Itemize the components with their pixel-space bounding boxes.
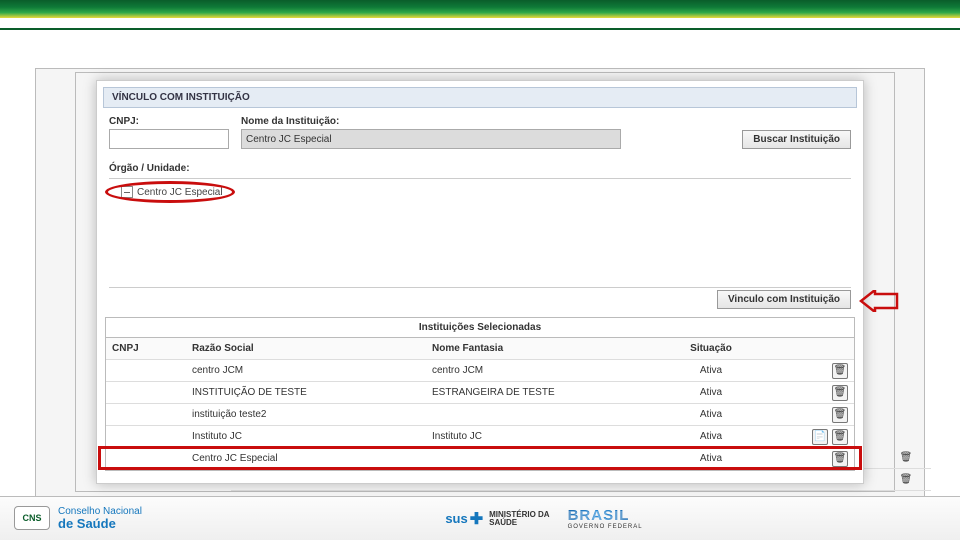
vinculo-modal: VÍNCULO COM INSTITUIÇÃO CNPJ: Nome da In… (96, 80, 864, 484)
ministerio-label: MINISTÉRIO DA SAÚDE (489, 511, 549, 527)
cell-nome: centro JCM (426, 361, 666, 380)
cell-situacao: Ativa (666, 427, 756, 446)
cell-cnpj (106, 455, 186, 463)
bg-delete-icon[interactable]: 🗑 (891, 474, 921, 485)
nome-label: Nome da Instituição: (241, 116, 621, 127)
cell-nome: ESTRANGEIRA DE TESTE (426, 383, 666, 402)
cell-cnpj (106, 433, 186, 441)
orgao-label: Órgão / Unidade: (97, 159, 863, 176)
col-situacao: Situação (666, 339, 756, 358)
plus-icon: ✚ (470, 509, 483, 529)
tree-end-divider (109, 287, 851, 288)
search-form: CNPJ: Nome da Instituição: Buscar Instit… (97, 108, 863, 159)
cell-nome: Instituto JC (426, 427, 666, 446)
cell-cnpj (106, 411, 186, 419)
table-row: Instituto JCInstituto JCAtiva📄🗑 (106, 426, 854, 448)
page-wrap: 59 338.774/0001-70 testando novamente ad… (0, 30, 960, 492)
delete-icon[interactable]: 🗑 (832, 363, 848, 379)
table-row: INSTITUIÇÃO DE TESTEESTRANGEIRA DE TESTE… (106, 382, 854, 404)
table-row: centro JCMcentro JCMAtiva🗑 (106, 360, 854, 382)
col-cnpj: CNPJ (106, 339, 186, 358)
col-nome: Nome Fantasia (426, 339, 666, 358)
footer-center: sus✚ MINISTÉRIO DA SAÚDE BRASIL GOVERNO … (142, 507, 946, 530)
cell-razao: instituição teste2 (186, 405, 426, 424)
tree-expand-icon[interactable] (121, 186, 133, 198)
table-title: Instituições Selecionadas (106, 318, 854, 338)
delete-icon[interactable]: 🗑 (832, 407, 848, 423)
vincular-button[interactable]: Vinculo com Instituição (717, 290, 851, 309)
cell-situacao: Ativa (666, 405, 756, 424)
copy-icon[interactable]: 📄 (812, 429, 828, 445)
orgao-divider (109, 178, 851, 179)
tree-root-item[interactable]: Centro JC Especial (115, 185, 229, 199)
cell-nome (426, 411, 666, 419)
delete-icon[interactable]: 🗑 (832, 451, 848, 467)
nome-input[interactable] (241, 129, 621, 149)
delete-icon[interactable]: 🗑 (832, 429, 848, 445)
cell-razao: INSTITUIÇÃO DE TESTE (186, 383, 426, 402)
table-header-row: CNPJ Razão Social Nome Fantasia Situação (106, 338, 854, 360)
cell-situacao: Ativa (666, 383, 756, 402)
col-razao: Razão Social (186, 339, 426, 358)
table-row: Centro JC Especial Ativa 🗑 (106, 448, 854, 470)
table-row: instituição teste2 Ativa 🗑 (106, 404, 854, 426)
cnpj-input[interactable] (109, 129, 229, 149)
cell-cnpj (106, 367, 186, 375)
cell-situacao: Ativa (666, 361, 756, 380)
cell-cnpj (106, 389, 186, 397)
cell-razao: centro JCM (186, 361, 426, 380)
section-header: VÍNCULO COM INSTITUIÇÃO (103, 87, 857, 108)
cnpj-label: CNPJ: (109, 116, 229, 127)
cns-logo: CNS (14, 506, 50, 530)
footer-left: CNS Conselho Nacional de Saúde (14, 506, 142, 531)
footer: CNS Conselho Nacional de Saúde sus✚ MINI… (0, 496, 960, 540)
buscar-button[interactable]: Buscar Instituição (742, 130, 851, 149)
cns-big: de Saúde (58, 517, 142, 531)
sus-logo: sus✚ (445, 509, 483, 529)
orgao-tree: Centro JC Especial (97, 181, 863, 285)
top-accent-bar (0, 0, 960, 18)
cell-situacao: Ativa (666, 449, 756, 468)
delete-icon[interactable]: 🗑 (832, 385, 848, 401)
instituicoes-table: Instituições Selecionadas CNPJ Razão Soc… (105, 317, 855, 471)
bg-delete-icon[interactable]: 🗑 (891, 452, 921, 463)
cns-text: Conselho Nacional de Saúde (58, 506, 142, 531)
cell-nome (426, 455, 666, 463)
tree-item-label: Centro JC Especial (137, 187, 223, 198)
cell-razao: Instituto JC (186, 427, 426, 446)
brasil-logo: BRASIL GOVERNO FEDERAL (568, 507, 643, 530)
cell-razao: Centro JC Especial (186, 449, 426, 468)
